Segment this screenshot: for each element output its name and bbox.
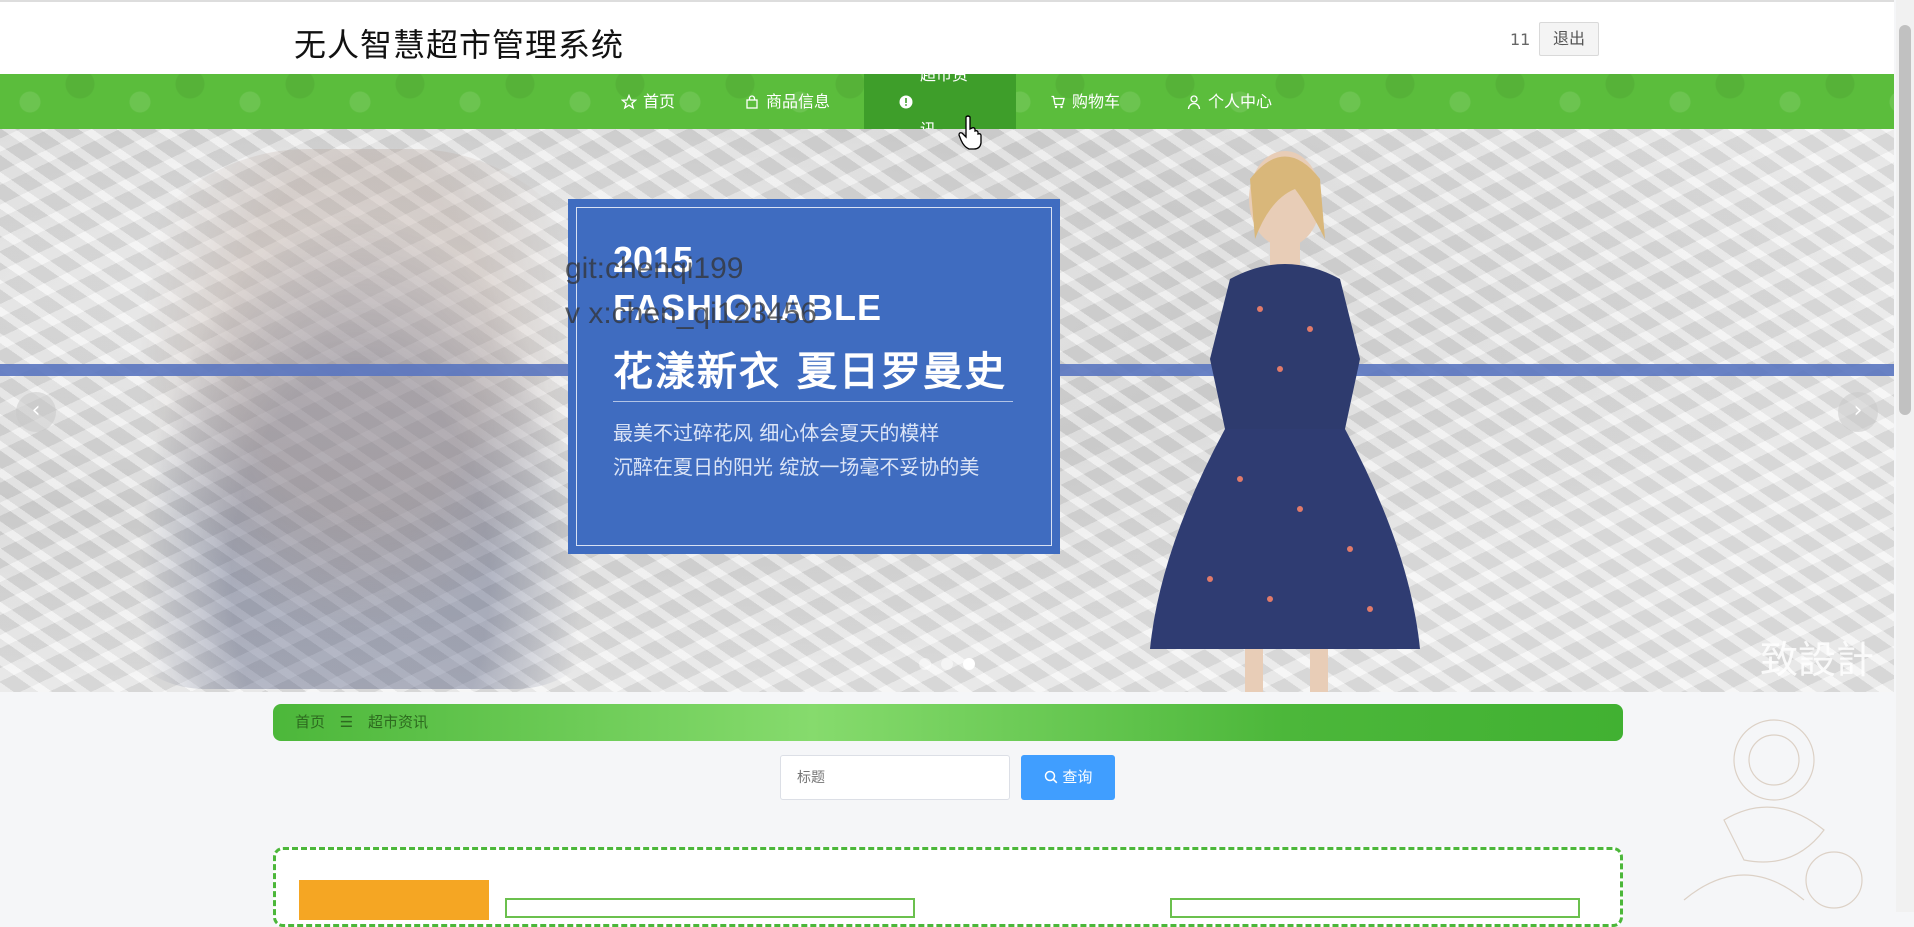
news-category-tag: [299, 880, 489, 920]
carousel-next-button[interactable]: ›: [1838, 392, 1878, 432]
breadcrumb-home[interactable]: 首页: [295, 713, 325, 731]
title-search-input[interactable]: [780, 755, 1010, 800]
nav-item-products[interactable]: 商品信息: [710, 74, 864, 129]
brand-mark: 致設計: [1760, 638, 1875, 682]
user-id: 11: [1510, 30, 1531, 49]
logout-button[interactable]: 退出: [1539, 22, 1599, 56]
promo-line-1: 最美不过碎花风 细心体会夏天的模样: [613, 421, 940, 445]
hand-cursor-icon: [958, 115, 982, 150]
main-nav: 首页 商品信息 超市资讯 购物车 个人中心: [0, 65, 1894, 139]
carousel-prev-button[interactable]: ‹: [16, 392, 56, 432]
scrollbar-thumb[interactable]: [1899, 25, 1911, 415]
news-card-frame[interactable]: [505, 898, 915, 918]
watermark-vx: v x:chen_qi123456: [565, 297, 817, 330]
watermark-git: git:chenqi199: [565, 252, 744, 285]
search-button-label: 查询: [1062, 768, 1093, 786]
banner-carousel: 2015 FASHIONABLE 花漾新衣 夏日罗曼史 最美不过碎花风 细心体会…: [0, 129, 1894, 692]
site-title: 无人智慧超市管理系统: [294, 26, 625, 64]
breadcrumb-separator-icon: ☰: [339, 713, 354, 731]
news-card-frame[interactable]: [1170, 898, 1580, 918]
nav-item-profile[interactable]: 个人中心: [1152, 74, 1306, 129]
banner-ghost-image: [100, 149, 620, 689]
star-icon: [621, 93, 637, 110]
carousel-dots: [919, 658, 975, 670]
user-icon: [1186, 94, 1202, 110]
nav-item-label: 首页: [643, 92, 676, 111]
nav-item-home[interactable]: 首页: [587, 74, 709, 129]
nav-item-label: 购物车: [1072, 92, 1121, 111]
nav-item-label: 商品信息: [766, 92, 831, 111]
carousel-dot[interactable]: [941, 658, 953, 670]
info-icon: [898, 94, 914, 110]
carousel-dot-active[interactable]: [963, 658, 975, 670]
search-button[interactable]: 查询: [1021, 755, 1115, 800]
cart-icon: [1050, 94, 1066, 110]
breadcrumb: 首页 ☰ 超市资讯: [273, 704, 1623, 741]
breadcrumb-current: 超市资讯: [368, 713, 429, 731]
nav-item-news[interactable]: 超市资讯: [864, 65, 1016, 139]
promo-divider: [613, 401, 1013, 402]
nav-item-cart[interactable]: 购物车: [1016, 74, 1154, 129]
model-image: [1120, 129, 1450, 692]
promo-line-2: 沉醉在夏日的阳光 绽放一场毫不妥协的美: [613, 455, 980, 479]
promo-headline: 花漾新衣 夏日罗曼史: [613, 348, 1007, 395]
search-icon: [1044, 768, 1063, 786]
floral-decoration: [1683, 719, 1863, 909]
carousel-dot[interactable]: [919, 658, 931, 670]
bag-icon: [744, 94, 760, 110]
nav-item-label: 个人中心: [1208, 92, 1273, 111]
